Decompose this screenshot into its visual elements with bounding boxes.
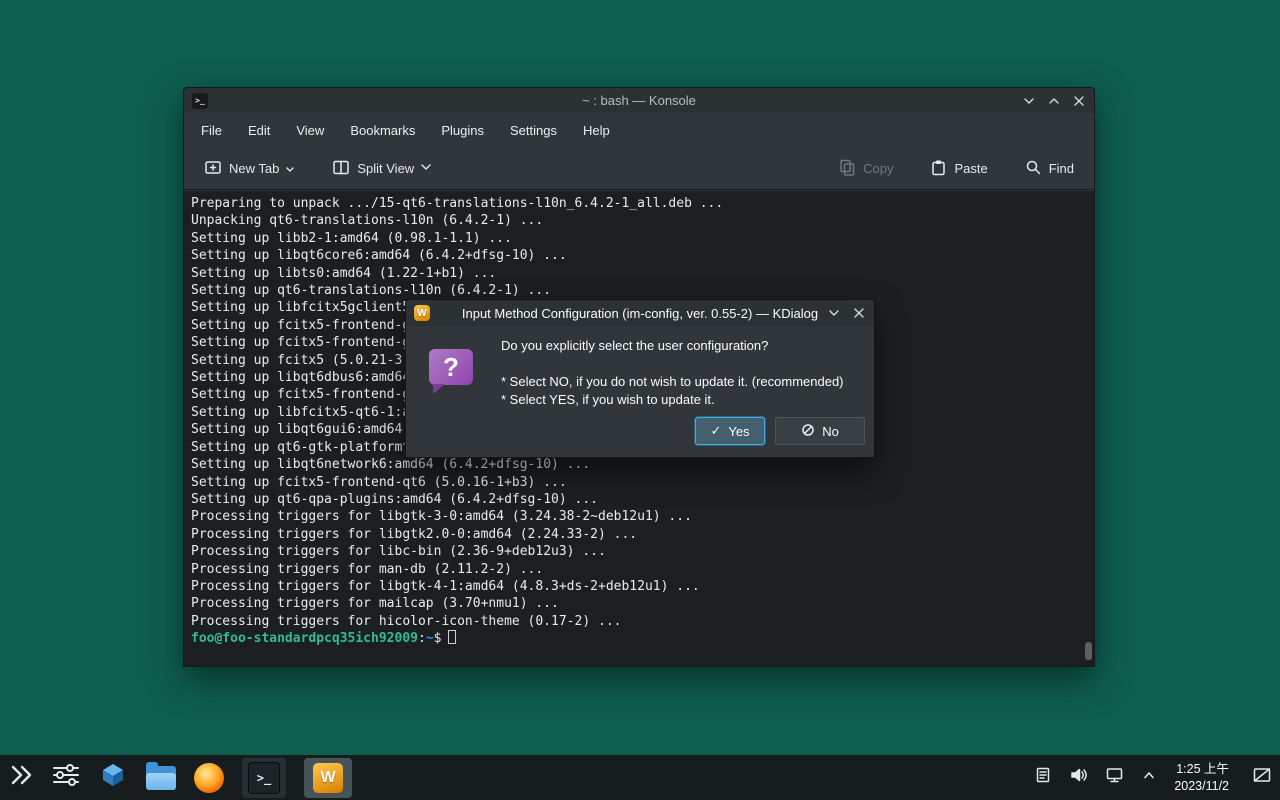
konsole-titlebar[interactable]: >_ ~ : bash — Konsole: [184, 88, 1094, 113]
copy-label: Copy: [863, 161, 893, 176]
split-view-dropdown-icon[interactable]: [421, 161, 431, 176]
menu-bookmarks[interactable]: Bookmarks: [337, 119, 428, 142]
clock-date: 2023/11/2: [1174, 778, 1229, 794]
package-app-icon[interactable]: [98, 760, 128, 795]
terminal-cursor: [448, 630, 456, 644]
no-button-label: No: [822, 424, 839, 439]
terminal-line: Setting up libb2-1:amd64 (0.98.1-1.1) ..…: [191, 230, 1084, 247]
terminal-line: Setting up qt6-qpa-plugins:amd64 (6.4.2+…: [191, 491, 1084, 508]
terminal-scrollbar-thumb[interactable]: [1085, 642, 1092, 660]
paste-label: Paste: [954, 161, 987, 176]
kdialog-window: W Input Method Configuration (im-config,…: [405, 299, 875, 458]
find-button[interactable]: Find: [1018, 152, 1080, 185]
kdialog-app-icon-letter: W: [417, 308, 426, 319]
copy-icon: [838, 158, 856, 179]
copy-button: Copy: [832, 152, 899, 185]
menubar: File Edit View Bookmarks Plugins Setting…: [184, 113, 1094, 147]
clock[interactable]: 1:25 上午 2023/11/2: [1174, 761, 1229, 794]
terminal-line: Preparing to unpack .../15-qt6-translati…: [191, 195, 1084, 212]
terminal-line: Setting up fcitx5-frontend-qt6 (5.0.16-1…: [191, 474, 1084, 491]
system-tray: 1:25 上午 2023/11/2: [1034, 761, 1272, 794]
terminal-line: Processing triggers for mailcap (3.70+nm…: [191, 595, 1084, 612]
new-tab-label: New Tab: [229, 161, 279, 176]
file-manager-icon[interactable]: [146, 766, 176, 790]
dialog-question-text: Do you explicitly select the user config…: [501, 338, 768, 353]
check-icon: ✓: [710, 423, 721, 439]
taskbar-konsole-task[interactable]: >_: [242, 758, 286, 798]
konsole-icon-glyph: >_: [257, 771, 271, 785]
split-view-icon: [332, 158, 350, 179]
kdialog-app-icon: W: [414, 305, 430, 321]
taskbar: >_ W 1:25 上午 2023/11/2: [0, 755, 1280, 800]
dialog-option-no-text: * Select NO, if you do not wish to updat…: [501, 374, 844, 389]
terminal-line: Unpacking qt6-translations-l10n (6.4.2-1…: [191, 212, 1084, 229]
close-icon[interactable]: [1072, 94, 1086, 108]
audio-mixer-icon[interactable]: [52, 763, 80, 792]
prompt-separator: :: [418, 631, 426, 646]
terminal-line: Setting up qt6-translations-l10n (6.4.2-…: [191, 282, 1084, 299]
window-controls: [1022, 94, 1086, 108]
window-title: ~ : bash — Konsole: [184, 93, 1094, 108]
terminal-line: Setting up libqt6network6:amd64 (6.4.2+d…: [191, 456, 1084, 473]
terminal-prompt-line: foo@foo-standardpcq35ich92009:~$: [191, 630, 1084, 647]
menu-edit[interactable]: Edit: [235, 119, 283, 142]
no-button[interactable]: No: [775, 417, 865, 445]
clipboard-icon[interactable]: [1034, 766, 1052, 789]
terminal-line: Processing triggers for hicolor-icon-the…: [191, 613, 1084, 630]
display-icon[interactable]: [1105, 766, 1124, 789]
menu-view[interactable]: View: [283, 119, 337, 142]
toolbar: New Tab Split View Copy Paste Find: [184, 147, 1094, 190]
terminal-line: Setting up libqt6core6:amd64 (6.4.2+dfsg…: [191, 247, 1084, 264]
konsole-app-icon-glyph: >_: [195, 96, 205, 105]
kdialog-more-actions-icon[interactable]: [827, 306, 841, 320]
app-launcher-icon[interactable]: [8, 762, 34, 793]
terminal-line: Processing triggers for libgtk-4-1:amd64…: [191, 578, 1084, 595]
clock-time: 1:25 上午: [1174, 761, 1229, 777]
kdialog-close-icon[interactable]: [852, 306, 866, 320]
new-tab-dropdown-icon[interactable]: [286, 161, 294, 176]
taskbar-kdialog-task[interactable]: W: [304, 758, 352, 798]
kdialog-task-icon: W: [313, 763, 343, 793]
konsole-app-icon: >_: [192, 93, 208, 109]
menu-settings[interactable]: Settings: [497, 119, 570, 142]
kdialog-task-icon-letter: W: [320, 769, 335, 787]
volume-icon[interactable]: [1069, 766, 1088, 789]
paste-icon: [929, 158, 947, 179]
prompt-path: ~: [426, 631, 434, 646]
new-tab-icon: [204, 158, 222, 179]
question-icon: ?: [429, 349, 473, 385]
maximize-icon[interactable]: [1047, 94, 1061, 108]
firefox-icon[interactable]: [194, 763, 224, 793]
yes-button[interactable]: ✓ Yes: [695, 417, 765, 445]
tray-expand-icon[interactable]: [1141, 768, 1157, 787]
terminal-line: Processing triggers for libc-bin (2.36-9…: [191, 543, 1084, 560]
yes-button-label: Yes: [728, 424, 749, 439]
question-glyph: ?: [443, 352, 459, 383]
prompt-user-host: foo@foo-standardpcq35ich92009: [191, 631, 418, 646]
menu-file[interactable]: File: [188, 119, 235, 142]
split-view-button[interactable]: Split View: [326, 152, 437, 185]
kdialog-titlebar[interactable]: W Input Method Configuration (im-config,…: [406, 300, 874, 326]
prompt-symbol: $: [434, 631, 442, 646]
find-label: Find: [1049, 161, 1074, 176]
terminal-line: Processing triggers for man-db (2.11.2-2…: [191, 561, 1084, 578]
paste-button[interactable]: Paste: [923, 152, 993, 185]
terminal-line: Processing triggers for libgtk-3-0:amd64…: [191, 508, 1084, 525]
terminal-line: Setting up libts0:amd64 (1.22-1+b1) ...: [191, 265, 1084, 282]
menu-plugins[interactable]: Plugins: [428, 119, 497, 142]
new-tab-button[interactable]: New Tab: [198, 152, 300, 185]
search-icon: [1024, 158, 1042, 179]
minimize-icon[interactable]: [1022, 94, 1036, 108]
dialog-buttons: ✓ Yes No: [695, 417, 865, 445]
terminal-line: Processing triggers for libgtk2.0-0:amd6…: [191, 526, 1084, 543]
kdialog-title: Input Method Configuration (im-config, v…: [406, 306, 874, 321]
konsole-icon: >_: [248, 762, 280, 794]
split-view-label: Split View: [357, 161, 414, 176]
show-desktop-icon[interactable]: [1252, 766, 1272, 789]
dialog-option-yes-text: * Select YES, if you wish to update it.: [501, 392, 715, 407]
deny-icon: [801, 423, 815, 440]
menu-help[interactable]: Help: [570, 119, 623, 142]
kdialog-window-controls: [827, 306, 866, 320]
